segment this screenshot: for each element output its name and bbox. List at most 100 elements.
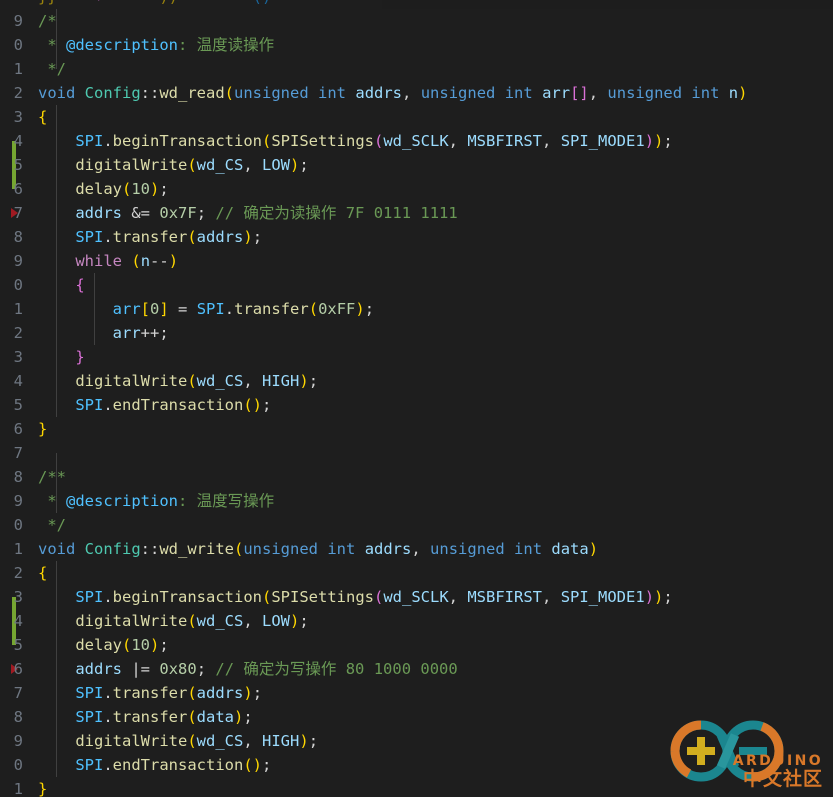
code-line[interactable]: 9 /*: [0, 9, 833, 33]
line-content: */: [38, 516, 66, 534]
code-line[interactable]: 2 arr++;: [0, 321, 833, 345]
line-number: 7: [13, 444, 23, 462]
line-number: 0: [13, 36, 23, 54]
line-content: digitalWrite(wd_CS, LOW);: [75, 156, 309, 174]
code-line[interactable]: 2 void Config::wd_read(unsigned int addr…: [0, 81, 833, 105]
read-description-text: 温度读操作: [196, 36, 275, 54]
line-number: 2: [13, 564, 23, 582]
line-content: arr++;: [112, 324, 169, 342]
line-number: 9: [13, 492, 23, 510]
code-line[interactable]: 6 }: [0, 417, 833, 441]
line-content: SPI.endTransaction();: [75, 396, 272, 414]
line-content: SPI.transfer(data);: [75, 708, 253, 726]
write-mask-comment: // 确定为写操作 80 1000 0000: [215, 660, 458, 678]
line-number: 0: [13, 516, 23, 534]
line-number: 8: [13, 468, 23, 486]
line-content: SPI.transfer(addrs);: [75, 684, 263, 702]
partial-top-line: }} ♦ )) (): [0, 0, 833, 9]
line-content: void Config::wd_write(unsigned int addrs…: [38, 540, 599, 558]
code-line[interactable]: 4 SPI.beginTransaction(SPISettings(wd_SC…: [0, 129, 833, 153]
line-number: 7: [13, 204, 23, 222]
line-content: digitalWrite(wd_CS, LOW);: [75, 612, 309, 630]
code-line[interactable]: 9 digitalWrite(wd_CS, HIGH);: [0, 729, 833, 753]
code-line[interactable]: 0 */: [0, 513, 833, 537]
code-line[interactable]: 9 while (n--): [0, 249, 833, 273]
code-line[interactable]: 5 delay(10);: [0, 633, 833, 657]
line-number: 5: [13, 636, 23, 654]
code-line[interactable]: 7 SPI.transfer(addrs);: [0, 681, 833, 705]
line-content: }: [38, 780, 48, 797]
line-number: 5: [13, 156, 23, 174]
line-number: 7: [13, 684, 23, 702]
line-content: delay(10);: [75, 636, 169, 654]
line-content: * @description: 温度写操作: [38, 492, 275, 510]
code-line[interactable]: 3 SPI.beginTransaction(SPISettings(wd_SC…: [0, 585, 833, 609]
line-content: */: [38, 60, 66, 78]
line-content: digitalWrite(wd_CS, HIGH);: [75, 372, 319, 390]
line-content: {: [38, 564, 48, 582]
write-description-text: 温度写操作: [196, 492, 275, 510]
code-rows: 9 /* 0 * @description: 温度读操作 1 */ 2 void…: [0, 9, 833, 797]
line-number: 5: [13, 396, 23, 414]
line-number: 4: [13, 372, 23, 390]
code-line[interactable]: 1 */: [0, 57, 833, 81]
code-line[interactable]: 8 SPI.transfer(data);: [0, 705, 833, 729]
line-number: 3: [13, 348, 23, 366]
line-content: while (n--): [75, 252, 179, 270]
line-content: {: [38, 108, 48, 126]
line-number: 6: [13, 660, 23, 678]
line-content: SPI.endTransaction();: [75, 756, 272, 774]
line-content: addrs &= 0x7F; // 确定为读操作 7F 0111 1111: [75, 204, 458, 222]
line-number: 3: [13, 588, 23, 606]
line-content: void Config::wd_read(unsigned int addrs,…: [38, 84, 748, 102]
read-mask-comment: // 确定为读操作 7F 0111 1111: [215, 204, 458, 222]
line-number: 4: [13, 132, 23, 150]
code-line[interactable]: 3 {: [0, 105, 833, 129]
code-line[interactable]: 5 digitalWrite(wd_CS, LOW);: [0, 153, 833, 177]
line-number: 1: [13, 60, 23, 78]
line-content: SPI.transfer(addrs);: [75, 228, 263, 246]
line-number: 2: [13, 84, 23, 102]
code-line[interactable]: 6 delay(10);: [0, 177, 833, 201]
line-number: 0: [13, 756, 23, 774]
code-line[interactable]: 1 void Config::wd_write(unsigned int add…: [0, 537, 833, 561]
line-content: arr[0] = SPI.transfer(0xFF);: [112, 300, 375, 318]
code-line[interactable]: 7: [0, 441, 833, 465]
code-line[interactable]: 4 digitalWrite(wd_CS, LOW);: [0, 609, 833, 633]
code-line[interactable]: 0 SPI.endTransaction();: [0, 753, 833, 777]
line-content: * @description: 温度读操作: [38, 36, 275, 54]
line-number: 1: [13, 540, 23, 558]
line-number: 9: [13, 12, 23, 30]
line-number: 9: [13, 252, 23, 270]
code-line[interactable]: 1 arr[0] = SPI.transfer(0xFF);: [0, 297, 833, 321]
line-content: {: [75, 276, 85, 294]
code-line[interactable]: 4 digitalWrite(wd_CS, HIGH);: [0, 369, 833, 393]
line-content: delay(10);: [75, 180, 169, 198]
code-line[interactable]: 1 }: [0, 777, 833, 797]
code-editor[interactable]: }} ♦ )) () 9 /* 0 * @description: 温度读操作: [0, 0, 833, 797]
line-content: /*: [38, 12, 57, 30]
code-line[interactable]: 0 {: [0, 273, 833, 297]
code-line[interactable]: 0 * @description: 温度读操作: [0, 33, 833, 57]
line-number: 1: [13, 780, 23, 797]
line-content: /**: [38, 468, 66, 486]
line-content: SPI.beginTransaction(SPISettings(wd_SCLK…: [75, 132, 673, 150]
line-number: 1: [13, 300, 23, 318]
code-line[interactable]: 8 SPI.transfer(addrs);: [0, 225, 833, 249]
line-number: 3: [13, 108, 23, 126]
code-line[interactable]: 3 }: [0, 345, 833, 369]
code-line[interactable]: 7 addrs &= 0x7F; // 确定为读操作 7F 0111 1111: [0, 201, 833, 225]
line-content: digitalWrite(wd_CS, HIGH);: [75, 732, 319, 750]
line-content: }: [38, 420, 48, 438]
line-number: 4: [13, 612, 23, 630]
code-line[interactable]: 9 * @description: 温度写操作: [0, 489, 833, 513]
line-number: 2: [13, 324, 23, 342]
line-content: SPI.beginTransaction(SPISettings(wd_SCLK…: [75, 588, 673, 606]
code-line[interactable]: 2 {: [0, 561, 833, 585]
code-line[interactable]: 5 SPI.endTransaction();: [0, 393, 833, 417]
line-number: 8: [13, 228, 23, 246]
line-content: addrs |= 0x80; // 确定为写操作 80 1000 0000: [75, 660, 458, 678]
line-number: 0: [13, 276, 23, 294]
code-line[interactable]: 8 /**: [0, 465, 833, 489]
code-line[interactable]: 6 addrs |= 0x80; // 确定为写操作 80 1000 0000: [0, 657, 833, 681]
